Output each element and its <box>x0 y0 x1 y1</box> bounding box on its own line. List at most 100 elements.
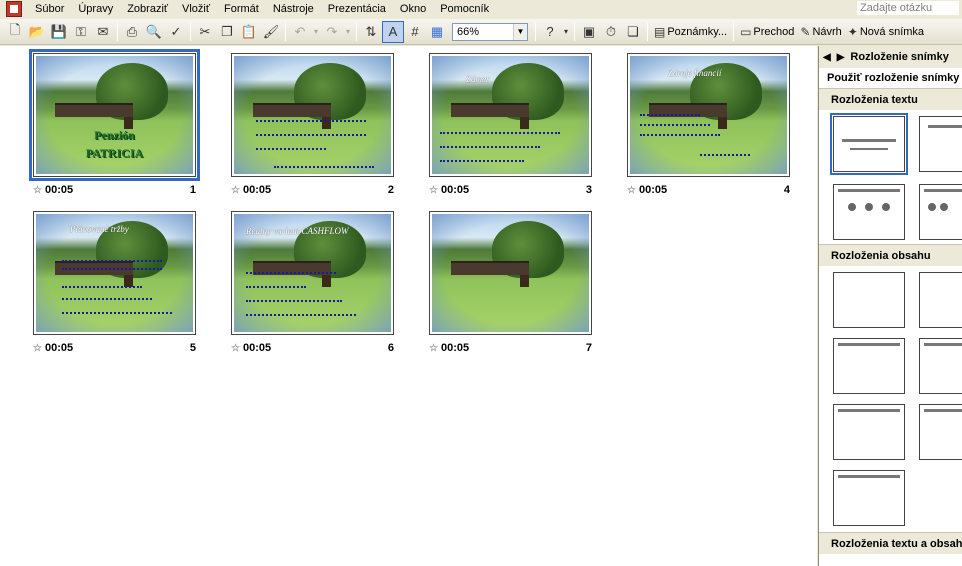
slide-sorter: Penzión PATRICIA ☆ 00:05 1 ☆ 00:05 2 Zám… <box>0 46 817 566</box>
slide-thumbnail-7[interactable] <box>429 211 592 335</box>
expand-all-icon[interactable]: ⇅ <box>360 21 382 43</box>
slide-number: 3 <box>585 184 592 196</box>
help-icon[interactable]: ? <box>539 21 561 43</box>
menu-prezentacia[interactable]: Prezentácia <box>321 1 393 17</box>
notes-button[interactable]: ▤ Poznámky... <box>651 21 730 43</box>
open-icon[interactable]: 📂 <box>26 21 48 43</box>
rehearse-timings-icon[interactable]: ⏱ <box>600 21 622 43</box>
layout-title-content[interactable] <box>833 338 905 394</box>
new-slide-button[interactable]: ✦ Nová snímka <box>845 21 927 43</box>
format-painter-icon[interactable]: 🖌 <box>260 21 282 43</box>
help-question-input[interactable]: Zadajte otázku <box>856 0 960 16</box>
toolbar-options-icon[interactable]: ▾ <box>561 21 571 43</box>
slide-number: 1 <box>189 184 196 196</box>
undo-dropdown-icon[interactable]: ▾ <box>311 21 321 43</box>
house-image <box>450 103 530 118</box>
permission-icon[interactable]: ⚿ <box>70 21 92 43</box>
slide-caption-2: ☆ 00:05 2 <box>231 183 394 197</box>
slide-body-text <box>62 312 172 316</box>
notes-label: Poznámky... <box>667 25 728 38</box>
layout-title-only[interactable] <box>830 113 908 175</box>
slide-body-text <box>246 314 356 318</box>
save-icon[interactable]: 💾 <box>48 21 70 43</box>
hide-slide-icon[interactable]: ▣ <box>578 21 600 43</box>
summary-slide-icon[interactable]: ❏ <box>622 21 644 43</box>
animation-star-icon: ☆ <box>231 184 240 196</box>
menu-pomocnik[interactable]: Pomocník <box>433 1 496 17</box>
print-icon[interactable]: ⎙ <box>121 21 143 43</box>
print-preview-icon[interactable]: 🔍 <box>143 21 165 43</box>
layout-title-bar <box>924 409 962 412</box>
layout-title-content-2x2[interactable] <box>833 404 905 460</box>
slide-title: Zdroje financií <box>668 68 722 78</box>
menu-bar: Súbor Úpravy Zobraziť Vložiť Formát Nást… <box>0 0 962 18</box>
slide-body-text <box>440 146 540 150</box>
toolbar-separator <box>647 22 648 41</box>
spelling-icon[interactable]: ✓ <box>165 21 187 43</box>
menu-upravy[interactable]: Úpravy <box>71 1 120 17</box>
slide-caption-3: ☆ 00:05 3 <box>429 183 592 197</box>
layout-title[interactable] <box>919 116 962 172</box>
slide-thumbnail-4[interactable]: Zdroje financií <box>627 53 790 177</box>
menu-vlozit[interactable]: Vložiť <box>175 1 217 17</box>
grid-icon[interactable]: # <box>404 21 426 43</box>
layout-title-two-columns[interactable] <box>919 184 962 240</box>
zoom-combo[interactable]: 66% ▼ <box>452 22 528 41</box>
section-text-layouts: Rozloženia textu <box>819 88 962 110</box>
menu-format[interactable]: Formát <box>217 1 266 17</box>
slide-body-text <box>640 134 720 138</box>
slide-body-text <box>256 134 366 138</box>
slide-title: Zámer <box>466 74 490 84</box>
section-text-content-layouts: Rozloženia textu a obsahu <box>819 532 962 554</box>
slide-title: Plánované tržby <box>70 224 129 234</box>
slide-caption-1: ☆ 00:05 1 <box>33 183 196 197</box>
house-image <box>450 261 530 276</box>
email-icon[interactable]: ✉ <box>92 21 114 43</box>
transition-button[interactable]: ▭ Prechod <box>737 21 797 43</box>
toolbar-separator <box>574 22 575 41</box>
slide-thumbnail-2[interactable] <box>231 53 394 177</box>
cut-icon[interactable]: ✂ <box>194 21 216 43</box>
forward-arrow-icon[interactable]: ▶ <box>837 52 845 63</box>
show-formatting-icon[interactable]: A <box>382 20 404 43</box>
color-grayscale-icon[interactable]: ▦ <box>426 21 448 43</box>
layout-blank[interactable] <box>833 272 905 328</box>
design-button[interactable]: ✎ Návrh <box>797 21 844 43</box>
layout-title-four-content[interactable] <box>833 470 905 526</box>
menu-subor[interactable]: Súbor <box>28 1 71 17</box>
animation-star-icon: ☆ <box>429 184 438 196</box>
layout-subtitle-bar <box>850 148 888 150</box>
redo-dropdown-icon[interactable]: ▾ <box>343 21 353 43</box>
menu-nastroje[interactable]: Nástroje <box>266 1 321 17</box>
redo-icon[interactable]: ↷ <box>321 21 343 43</box>
layout-text-lines <box>928 203 948 223</box>
menu-zobrazit[interactable]: Zobraziť <box>120 1 175 17</box>
powerpoint-app-icon[interactable] <box>6 1 22 17</box>
layout-title-content-3[interactable] <box>919 404 962 460</box>
new-icon[interactable]: 🗋 <box>4 21 26 43</box>
toolbar-separator <box>733 22 735 41</box>
slide-time: 00:05 <box>440 184 470 196</box>
slide-body-text <box>700 154 750 158</box>
layout-title-bar <box>924 189 962 192</box>
layout-title-text[interactable] <box>833 184 905 240</box>
apply-layout-label: Použiť rozloženie snímky <box>827 72 960 84</box>
undo-icon[interactable]: ↶ <box>289 21 311 43</box>
layout-content[interactable] <box>919 272 962 328</box>
copy-icon[interactable]: ❐ <box>216 21 238 43</box>
paste-icon[interactable]: 📋 <box>238 21 260 43</box>
slide-time: 00:05 <box>638 184 668 196</box>
layout-title-two-content[interactable] <box>919 338 962 394</box>
slide-body-text <box>62 260 162 264</box>
chevron-down-icon[interactable]: ▼ <box>513 23 527 40</box>
menu-okno[interactable]: Okno <box>393 1 433 17</box>
slide-thumbnail-5[interactable]: Plánované tržby <box>33 211 196 335</box>
slide-body-text <box>640 114 700 118</box>
slide-thumbnail-1[interactable]: Penzión PATRICIA <box>29 49 200 181</box>
slide-thumbnail-6[interactable]: Reálny variant CASHFLOW <box>231 211 394 335</box>
back-arrow-icon[interactable]: ◀ <box>823 52 831 63</box>
slide-background <box>432 214 589 332</box>
toolbar-separator <box>117 22 118 41</box>
slide-caption-7: ☆ 00:05 7 <box>429 341 592 355</box>
slide-thumbnail-3[interactable]: Zámer <box>429 53 592 177</box>
